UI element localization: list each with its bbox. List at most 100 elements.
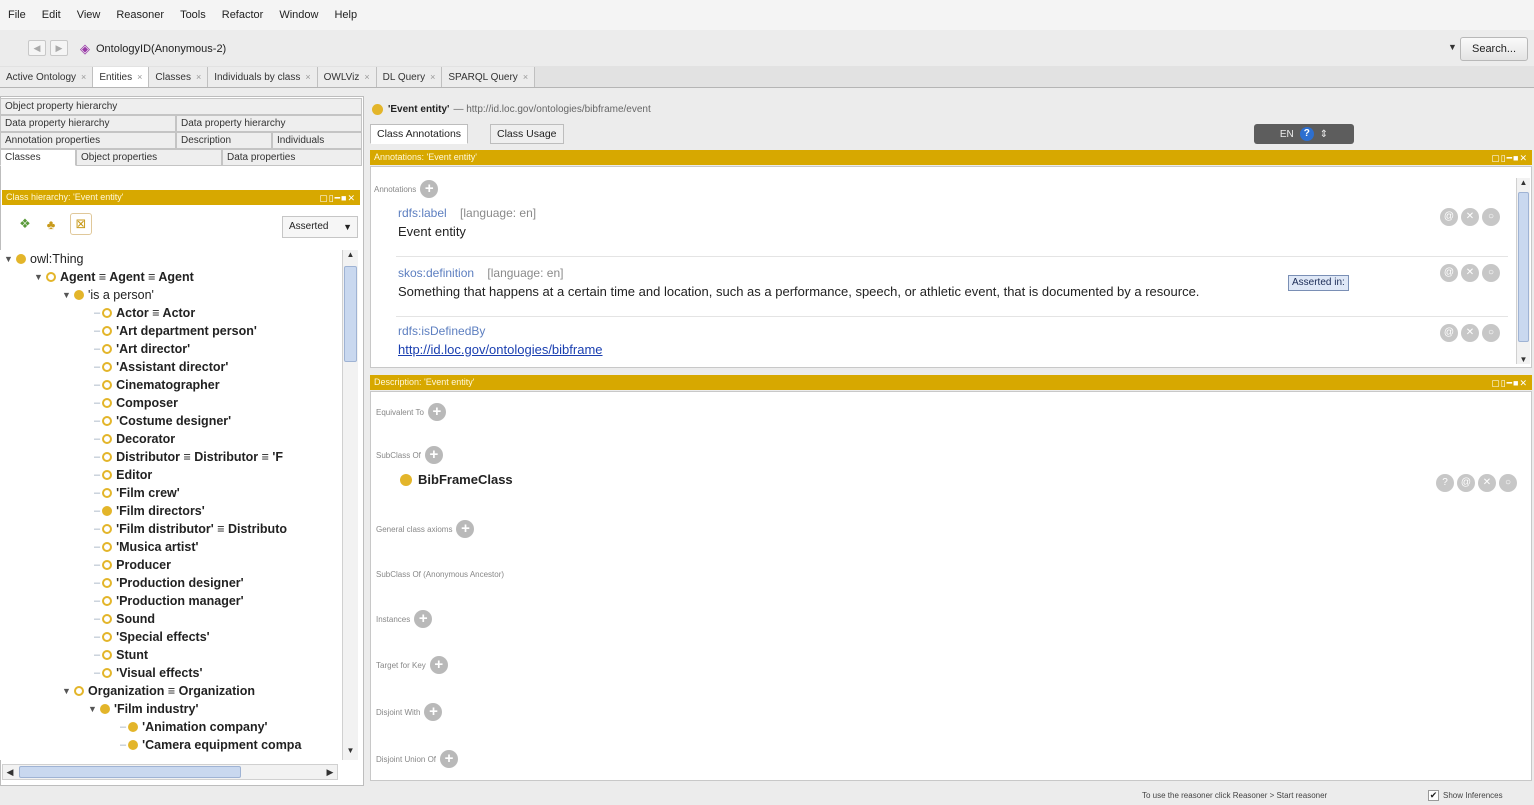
menu-view[interactable]: View: [77, 9, 101, 21]
tree-node[interactable]: – Cinematographer: [94, 376, 220, 394]
close-icon[interactable]: ×: [430, 72, 435, 82]
close-icon[interactable]: ×: [137, 72, 142, 82]
add-subclass-icon[interactable]: ❖: [14, 213, 36, 235]
tree-node[interactable]: – Stunt: [94, 646, 148, 664]
tree-node[interactable]: ▼ Agent ≡ Agent ≡ Agent: [34, 268, 194, 286]
tree-node[interactable]: – 'Assistant director': [94, 358, 228, 376]
tab-individuals-by-class[interactable]: Individuals by class ×: [208, 67, 318, 87]
menu-edit[interactable]: Edit: [42, 9, 61, 21]
tree-node[interactable]: – 'Production designer': [94, 574, 244, 592]
ontology-selector[interactable]: ◈ OntologyID(Anonymous-2): [80, 40, 226, 58]
tab-data-property-hierarchy[interactable]: Data property hierarchy: [0, 115, 176, 132]
tree-node[interactable]: ▼ owl:Thing: [4, 250, 84, 268]
asserted-selector[interactable]: Asserted ▼: [282, 216, 358, 238]
add-key-button[interactable]: +: [429, 656, 448, 674]
info-icon[interactable]: @: [1440, 264, 1458, 282]
tab-dl-query[interactable]: DL Query ×: [376, 67, 443, 87]
show-inferences-checkbox[interactable]: ✔: [1428, 790, 1439, 801]
language-selector[interactable]: EN ? ⇕: [1254, 124, 1354, 144]
scroll-left-icon[interactable]: ◀: [3, 765, 17, 779]
menu-tools[interactable]: Tools: [180, 9, 206, 21]
tree-node[interactable]: – Actor ≡ Actor: [94, 304, 195, 322]
tab-active-ontology[interactable]: Active Ontology ×: [0, 67, 94, 87]
add-general-axiom-button[interactable]: +: [456, 520, 475, 538]
expand-icon[interactable]: ▼: [34, 268, 46, 286]
tab-data-property-hierarchy-2[interactable]: Data property hierarchy: [176, 115, 362, 132]
tree-node[interactable]: – 'Film crew': [94, 484, 180, 502]
view-controls-icon[interactable]: ▢▯━■✕: [1491, 151, 1528, 166]
delete-class-icon[interactable]: ⊠: [70, 213, 92, 235]
delete-icon[interactable]: ✕: [1461, 264, 1479, 282]
tab-owlviz[interactable]: OWLViz ×: [317, 67, 377, 87]
menu-refactor[interactable]: Refactor: [222, 9, 264, 21]
expand-icon[interactable]: ▼: [62, 286, 74, 304]
menu-help[interactable]: Help: [334, 9, 357, 21]
expand-icon[interactable]: ▼: [88, 700, 100, 718]
delete-icon[interactable]: ✕: [1478, 474, 1496, 492]
scroll-right-icon[interactable]: ▶: [323, 765, 337, 779]
tree-node[interactable]: – 'Special effects': [94, 628, 210, 646]
tab-classes[interactable]: Classes ×: [149, 67, 209, 87]
close-icon[interactable]: ×: [81, 72, 86, 82]
help-icon[interactable]: ?: [1299, 127, 1314, 141]
tree-node[interactable]: ▼ 'Film industry': [88, 700, 198, 718]
tree-node[interactable]: – 'Musica artist': [94, 538, 199, 556]
edit-icon[interactable]: ○: [1482, 208, 1500, 226]
info-icon[interactable]: @: [1440, 208, 1458, 226]
annotation-property[interactable]: rdfs:isDefinedBy: [398, 324, 485, 338]
annotation-property[interactable]: rdfs:label: [398, 206, 447, 220]
view-controls-icon[interactable]: ▢▯━■✕: [319, 191, 356, 206]
add-disjoint-union-button[interactable]: +: [440, 750, 459, 768]
tree-node[interactable]: ▼ Organization ≡ Organization: [62, 682, 255, 700]
annotation-link[interactable]: http://id.loc.gov/ontologies/bibframe: [398, 342, 603, 357]
add-annotation-button[interactable]: +: [420, 180, 439, 198]
tree-node[interactable]: – 'Visual effects': [94, 664, 202, 682]
tab-object-properties[interactable]: Object properties: [76, 149, 222, 166]
add-equivalent-button[interactable]: +: [427, 403, 446, 421]
menu-window[interactable]: Window: [279, 9, 318, 21]
info-icon[interactable]: @: [1440, 324, 1458, 342]
tree-node[interactable]: – 'Animation company': [120, 718, 268, 736]
back-button[interactable]: ◀: [28, 40, 46, 56]
tab-data-properties[interactable]: Data properties: [222, 149, 362, 166]
scroll-up-icon[interactable]: ▲: [343, 250, 358, 264]
scroll-down-icon[interactable]: ▼: [343, 746, 358, 760]
tab-annotation-properties[interactable]: Annotation properties: [0, 132, 176, 149]
view-controls-icon[interactable]: ▢▯━■✕: [1491, 376, 1528, 391]
tab-object-property-hierarchy[interactable]: Object property hierarchy: [0, 98, 362, 115]
add-sibling-class-icon[interactable]: ♣: [40, 213, 62, 235]
edit-icon[interactable]: ○: [1482, 264, 1500, 282]
tree-node[interactable]: – Editor: [94, 466, 152, 484]
menu-reasoner[interactable]: Reasoner: [116, 9, 164, 21]
tab-description[interactable]: Description: [176, 132, 272, 149]
scrollbar-thumb[interactable]: [1518, 192, 1529, 342]
explain-icon[interactable]: ?: [1436, 474, 1454, 492]
tree-vertical-scrollbar[interactable]: ▲ ▼: [342, 250, 358, 760]
forward-button[interactable]: ▶: [50, 40, 68, 56]
dropdown-arrow-icon[interactable]: ▼: [1448, 42, 1457, 52]
tab-class-usage[interactable]: Class Usage: [490, 124, 564, 144]
close-icon[interactable]: ×: [364, 72, 369, 82]
add-instance-button[interactable]: +: [414, 610, 433, 628]
tree-node[interactable]: – Distributor ≡ Distributor ≡ 'F: [94, 448, 283, 466]
tree-node[interactable]: – 'Camera equipment compa: [120, 736, 301, 754]
edit-icon[interactable]: ○: [1499, 474, 1517, 492]
scroll-up-icon[interactable]: ▲: [1517, 178, 1530, 187]
tree-node[interactable]: – Producer: [94, 556, 171, 574]
scroll-down-icon[interactable]: ▼: [1517, 355, 1530, 364]
tab-individuals[interactable]: Individuals: [272, 132, 362, 149]
search-button[interactable]: Search...: [1460, 37, 1528, 61]
tab-class-annotations[interactable]: Class Annotations: [370, 124, 469, 144]
tree-node[interactable]: – Decorator: [94, 430, 175, 448]
scrollbar-thumb[interactable]: [344, 266, 357, 362]
tab-sparql-query[interactable]: SPARQL Query ×: [442, 67, 536, 87]
close-icon[interactable]: ×: [305, 72, 310, 82]
menu-file[interactable]: File: [8, 9, 26, 21]
add-disjoint-button[interactable]: +: [424, 703, 443, 721]
tree-horizontal-scrollbar[interactable]: ◀ ▶: [2, 764, 338, 780]
tree-node[interactable]: – 'Film directors': [94, 502, 205, 520]
tree-node[interactable]: – 'Art director': [94, 340, 190, 358]
expand-icon[interactable]: ▼: [4, 250, 16, 268]
scrollbar-thumb[interactable]: [19, 766, 241, 778]
expand-icon[interactable]: ▼: [62, 682, 74, 700]
